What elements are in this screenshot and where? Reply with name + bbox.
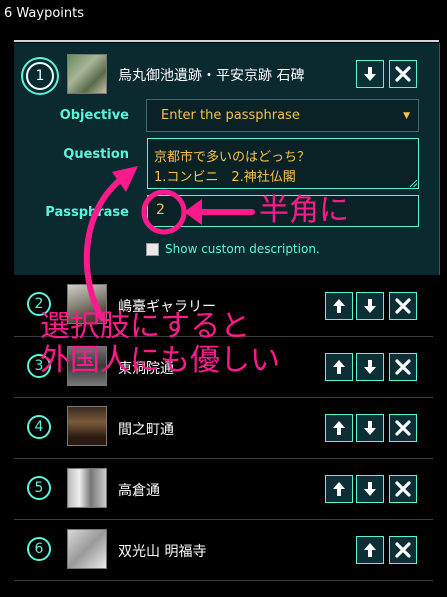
waypoint-number-badge: 6 xyxy=(27,537,51,561)
waypoint-name: 間之町通 xyxy=(118,422,174,438)
question-line-1: 京都市で多いのはどっち？ xyxy=(154,150,311,165)
waypoint-thumbnail xyxy=(67,54,107,94)
waypoint-1-panel: 1 烏丸御池遺跡・平安京跡 石碑 Objective Enter the pas… xyxy=(14,43,440,275)
waypoint-thumbnail xyxy=(67,406,107,446)
question-textarea[interactable]: 京都市で多いのはどっち？ 1.コンビニ 2.神社仏閣 xyxy=(147,138,419,189)
close-icon xyxy=(395,481,411,497)
header-divider xyxy=(14,40,439,42)
waypoint-row[interactable]: 5 高倉通 xyxy=(14,458,433,520)
close-icon xyxy=(395,420,411,436)
caret-down-icon: ▼ xyxy=(403,111,410,121)
arrow-up-icon xyxy=(333,421,345,435)
move-down-button[interactable] xyxy=(356,353,384,381)
remove-waypoint-button[interactable] xyxy=(389,60,417,88)
waypoint-number-badge: 5 xyxy=(27,476,51,500)
resize-handle-icon[interactable] xyxy=(410,180,417,187)
custom-description-label[interactable]: Show custom description. xyxy=(165,242,320,256)
move-down-button[interactable] xyxy=(356,292,384,320)
remove-waypoint-button[interactable] xyxy=(389,536,417,564)
close-icon xyxy=(395,359,411,375)
objective-value: Enter the passphrase xyxy=(161,108,300,123)
waypoint-row[interactable]: 6 双光山 明福寺 xyxy=(14,519,433,581)
waypoint-thumbnail xyxy=(67,529,107,569)
waypoint-name: 烏丸御池遺跡・平安京跡 石碑 xyxy=(118,68,305,84)
remove-waypoint-button[interactable] xyxy=(389,475,417,503)
choices-annotation-line-1: 選択肢にすると xyxy=(40,309,251,344)
objective-select[interactable]: Enter the passphrase ▼ xyxy=(146,99,419,132)
move-up-button[interactable] xyxy=(356,536,384,564)
move-down-button[interactable] xyxy=(356,475,384,503)
waypoint-number-badge[interactable]: 1 xyxy=(26,62,54,90)
choices-annotation-line-2: 外国人にも優しい xyxy=(40,343,280,378)
move-up-button[interactable] xyxy=(325,292,353,320)
halfwidth-annotation: 半角に xyxy=(259,193,349,228)
arrow-down-icon xyxy=(364,299,376,313)
close-icon xyxy=(395,66,411,82)
waypoint-count-header: 6 Waypoints xyxy=(4,6,85,21)
arrow-up-icon xyxy=(333,360,345,374)
question-label: Question xyxy=(63,147,129,162)
move-down-button[interactable] xyxy=(356,414,384,442)
waypoint-name: 双光山 明福寺 xyxy=(118,544,207,560)
close-icon xyxy=(395,542,411,558)
remove-waypoint-button[interactable] xyxy=(389,414,417,442)
arrow-up-icon xyxy=(333,299,345,313)
waypoint-row[interactable]: 4 間之町通 xyxy=(14,397,433,459)
arrow-down-icon xyxy=(364,67,376,81)
remove-waypoint-button[interactable] xyxy=(389,292,417,320)
arrow-down-icon xyxy=(364,421,376,435)
custom-description-checkbox[interactable] xyxy=(146,243,159,256)
remove-waypoint-button[interactable] xyxy=(389,353,417,381)
arrow-up-icon xyxy=(364,543,376,557)
passphrase-value: 2 xyxy=(156,202,165,218)
arrow-up-icon xyxy=(333,482,345,496)
waypoint-number-badge: 4 xyxy=(27,415,51,439)
waypoint-thumbnail xyxy=(67,468,107,508)
passphrase-label: Passphrase xyxy=(45,205,129,220)
question-line-2: 1.コンビニ 2.神社仏閣 xyxy=(154,170,296,185)
arrow-down-icon xyxy=(364,482,376,496)
waypoint-name: 高倉通 xyxy=(118,483,160,499)
move-up-button[interactable] xyxy=(325,414,353,442)
move-down-button[interactable] xyxy=(356,60,384,88)
move-up-button[interactable] xyxy=(325,353,353,381)
move-up-button[interactable] xyxy=(325,475,353,503)
objective-label: Objective xyxy=(59,108,129,123)
close-icon xyxy=(395,298,411,314)
arrow-down-icon xyxy=(364,360,376,374)
